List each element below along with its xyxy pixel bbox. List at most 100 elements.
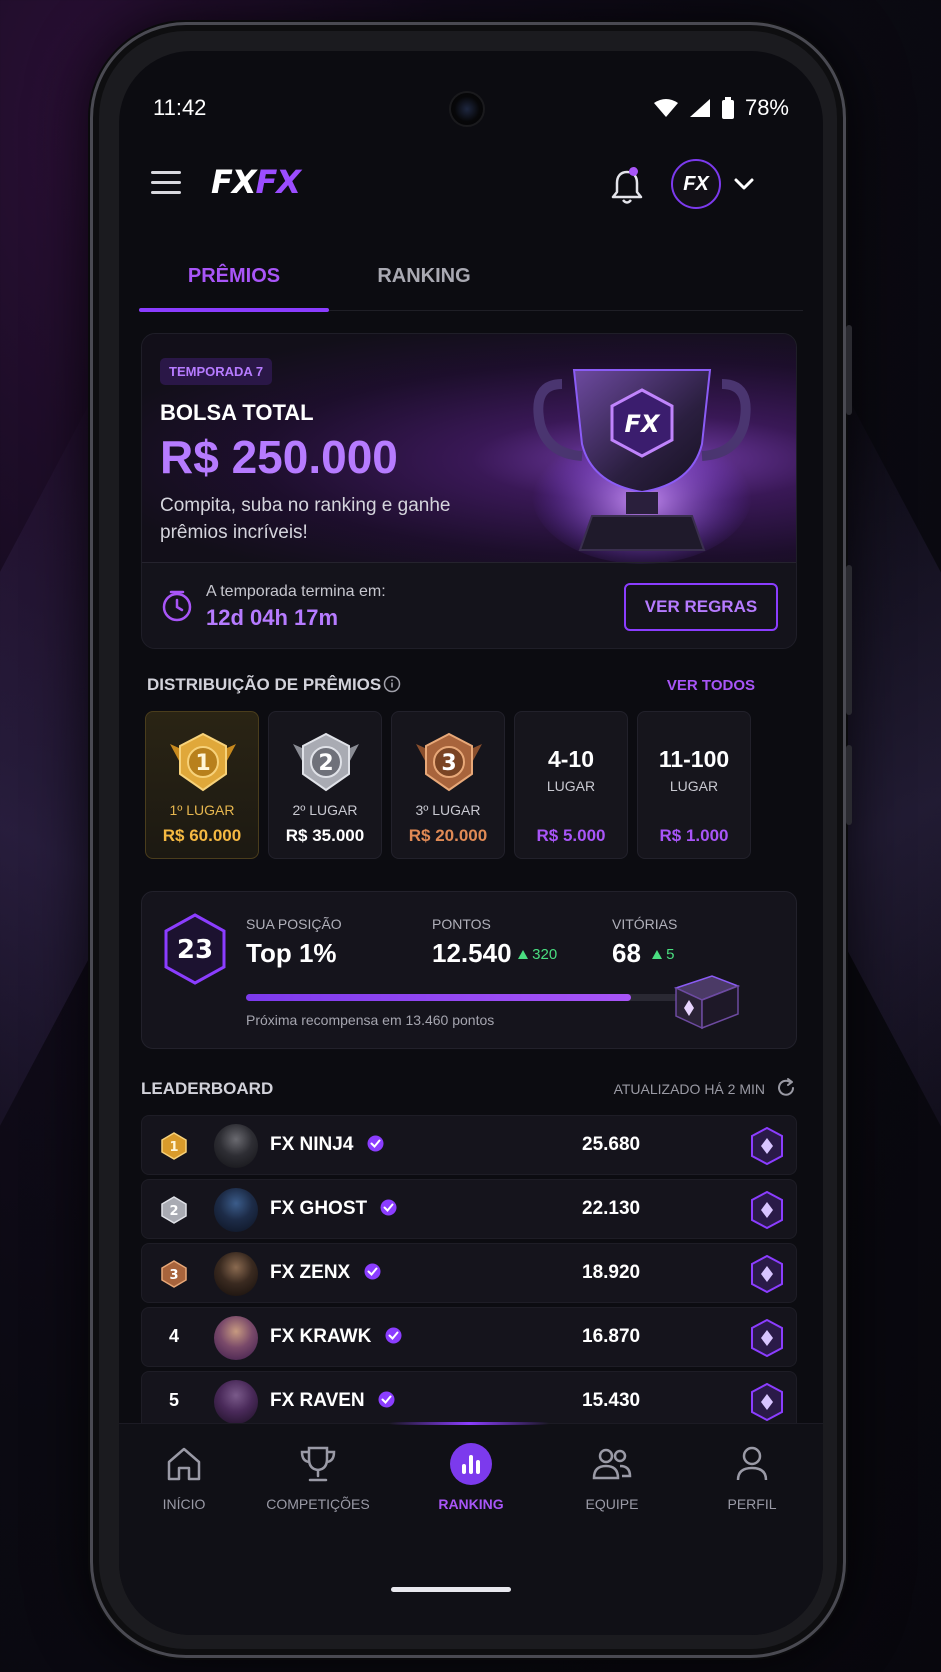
nav-item-team[interactable]: EQUIPE bbox=[547, 1442, 677, 1512]
nav-label: RANKING bbox=[438, 1496, 504, 1512]
leaderboard-updated: ATUALIZADO HÁ 2 MIN bbox=[613, 1081, 765, 1097]
trophy-image: FX bbox=[532, 369, 752, 564]
notifications-button[interactable] bbox=[609, 167, 645, 207]
points-delta-value: 320 bbox=[532, 946, 558, 963]
your-position-card: 23 SUA POSIÇÃO Top 1% PONTOS 12.540 320 … bbox=[141, 891, 797, 1049]
bar-chart-icon bbox=[450, 1443, 492, 1485]
team-icon bbox=[592, 1448, 632, 1480]
player-name: FX RAVEN bbox=[270, 1390, 395, 1412]
wins-value: 68 bbox=[612, 938, 641, 968]
tier-badge-icon bbox=[751, 1126, 783, 1166]
clock-icon bbox=[162, 590, 192, 622]
prize-card-3rd[interactable]: 3 3º LUGAR R$ 20.000 bbox=[391, 711, 505, 859]
leaderboard-row[interactable]: 2 FX GHOST 22.130 bbox=[141, 1179, 797, 1239]
refresh-icon[interactable] bbox=[775, 1077, 797, 1099]
player-name: FX GHOST bbox=[270, 1198, 397, 1220]
reward-chest-icon[interactable] bbox=[668, 970, 742, 1030]
nav-label: INÍCIO bbox=[162, 1496, 206, 1512]
tier-badge-icon bbox=[751, 1190, 783, 1230]
nav-active-glow bbox=[389, 1422, 549, 1425]
prize-value: R$ 1.000 bbox=[659, 826, 729, 845]
user-avatar[interactable]: FX bbox=[671, 159, 721, 209]
rank-number: 5 bbox=[168, 1390, 179, 1410]
side-button bbox=[846, 565, 852, 715]
prize-card-1st[interactable]: 1 1º LUGAR R$ 60.000 bbox=[145, 711, 259, 859]
wifi-icon bbox=[653, 99, 678, 117]
bronze-rank-medal-icon: 3 bbox=[161, 1260, 187, 1288]
signal-icon bbox=[689, 99, 710, 117]
points-delta: 320 bbox=[518, 946, 557, 963]
prize-value: R$ 5.000 bbox=[536, 826, 606, 845]
logo-text-purple: FX bbox=[255, 163, 302, 201]
nav-label: EQUIPE bbox=[585, 1496, 639, 1512]
player-avatar bbox=[214, 1380, 258, 1424]
position-label: SUA POSIÇÃO bbox=[246, 916, 342, 932]
player-name-text: FX RAVEN bbox=[270, 1390, 365, 1411]
prize-value: R$ 20.000 bbox=[408, 826, 488, 845]
silver-medal-icon: 2 bbox=[293, 732, 359, 792]
season-ends-value: 12d 04h 17m bbox=[206, 605, 339, 630]
tier-badge-icon bbox=[751, 1254, 783, 1294]
prize-card-2nd[interactable]: 2 2º LUGAR R$ 35.000 bbox=[268, 711, 382, 859]
logo-text-white: FX bbox=[211, 163, 257, 201]
view-rules-button[interactable]: VER REGRAS bbox=[624, 583, 778, 631]
phone-frame: 11:42 78% FXFX FX PRÊMIOS RANKING TEMPOR… bbox=[90, 22, 852, 1658]
prize-pool-card: TEMPORADA 7 BOLSA TOTAL R$ 250.000 Compi… bbox=[141, 333, 797, 649]
leaderboard-title: LEADERBOARD bbox=[141, 1079, 274, 1098]
app-bar: FXFX FX bbox=[119, 151, 823, 215]
prize-value: R$ 35.000 bbox=[285, 826, 365, 845]
player-name-text: FX KRAWK bbox=[270, 1326, 372, 1347]
verified-icon bbox=[380, 1199, 397, 1216]
prize-range: 11-100 bbox=[658, 746, 730, 772]
season-badge: TEMPORADA 7 bbox=[160, 358, 273, 385]
menu-icon[interactable] bbox=[151, 171, 183, 195]
leaderboard-header: LEADERBOARD ATUALIZADO HÁ 2 MIN bbox=[141, 1073, 797, 1103]
nav-item-ranking[interactable]: RANKING bbox=[406, 1442, 536, 1512]
rank-medal-number: 1 bbox=[169, 1140, 178, 1155]
prize-pool-description: Compita, suba no ranking e ganhe prêmios… bbox=[160, 495, 451, 543]
prize-pool-label: BOLSA TOTAL bbox=[160, 400, 314, 425]
battery-percent: 78% bbox=[744, 95, 789, 120]
prize-distribution-header: DISTRIBUIÇÃO DE PRÊMIOS VER TODOS bbox=[147, 669, 755, 699]
medal-number: 2 bbox=[318, 751, 333, 776]
tab-ranking[interactable]: RANKING bbox=[329, 231, 519, 311]
nav-item-home[interactable]: INÍCIO bbox=[119, 1442, 249, 1512]
points-label: PONTOS bbox=[432, 916, 491, 932]
tab-premios[interactable]: PRÊMIOS bbox=[139, 231, 329, 312]
player-avatar bbox=[214, 1252, 258, 1296]
avatar-text: FX bbox=[683, 172, 709, 195]
season-ends-label: A temporada termina em: bbox=[206, 583, 386, 600]
next-reward-text: Próxima recompensa em 13.460 pontos bbox=[246, 1012, 495, 1028]
bell-icon bbox=[611, 170, 643, 204]
player-name: FX ZENX bbox=[270, 1262, 381, 1284]
prize-card-4-10[interactable]: 4-10 LUGAR R$ 5.000 bbox=[514, 711, 628, 859]
prize-value: R$ 60.000 bbox=[162, 826, 242, 845]
player-name-text: FX GHOST bbox=[270, 1198, 368, 1219]
rank-hexagon-badge: 23 bbox=[164, 913, 226, 985]
info-icon[interactable] bbox=[383, 675, 401, 693]
tier-badge-icon bbox=[751, 1318, 783, 1358]
player-score: 16.870 bbox=[582, 1326, 641, 1347]
trophy-emblem-text: FX bbox=[625, 410, 661, 438]
hero-banner: TEMPORADA 7 BOLSA TOTAL R$ 250.000 Compi… bbox=[142, 334, 796, 564]
leaderboard-row[interactable]: 3 FX ZENX 18.920 bbox=[141, 1243, 797, 1303]
player-name: FX NINJ4 bbox=[270, 1134, 384, 1156]
status-bar: 11:42 78% bbox=[119, 51, 823, 131]
nav-item-competitions[interactable]: COMPETIÇÕES bbox=[253, 1442, 383, 1512]
bronze-medal-icon: 3 bbox=[416, 732, 482, 792]
verified-icon bbox=[367, 1135, 384, 1152]
wins-delta-value: 5 bbox=[666, 946, 675, 963]
home-indicator[interactable] bbox=[391, 1587, 511, 1592]
leaderboard-row[interactable]: 1 FX NINJ4 25.680 bbox=[141, 1115, 797, 1175]
screen: 11:42 78% FXFX FX PRÊMIOS RANKING TEMPOR… bbox=[119, 51, 823, 1635]
chevron-down-icon[interactable] bbox=[731, 171, 757, 197]
notification-dot bbox=[629, 167, 638, 176]
see-all-link[interactable]: VER TODOS bbox=[667, 677, 755, 694]
side-button bbox=[846, 745, 852, 825]
player-name-text: FX NINJ4 bbox=[270, 1134, 354, 1155]
prize-card-11-100[interactable]: 11-100 LUGAR R$ 1.000 bbox=[637, 711, 751, 859]
prize-list: 1 1º LUGAR R$ 60.000 2 2º LUGAR R$ 35.00… bbox=[145, 711, 751, 861]
leaderboard-row[interactable]: 4 FX KRAWK 16.870 bbox=[141, 1307, 797, 1367]
nav-item-profile[interactable]: PERFIL bbox=[687, 1442, 817, 1512]
nav-label: COMPETIÇÕES bbox=[266, 1496, 370, 1512]
